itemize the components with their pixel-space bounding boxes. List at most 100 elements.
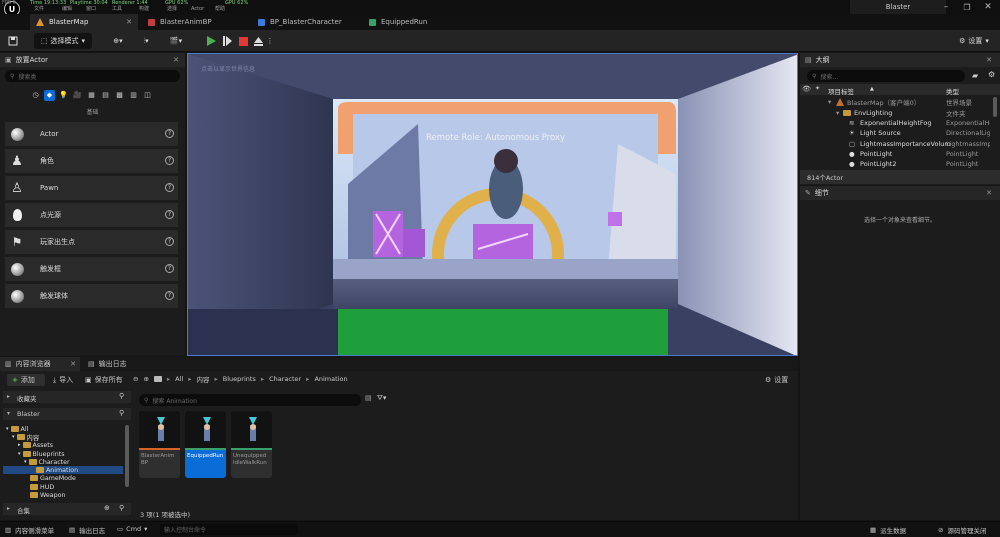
outliner-scrollbar[interactable] xyxy=(993,97,997,117)
close-icon[interactable]: ✕ xyxy=(70,360,76,368)
menu-file[interactable]: 文件 xyxy=(34,6,44,13)
actor-item-actor[interactable]: Actor ? xyxy=(5,122,178,146)
search-icon[interactable]: ⚲ xyxy=(119,504,124,512)
actor-search-input[interactable]: ⚲ 搜索类 xyxy=(5,70,180,82)
tab-output-log[interactable]: ▤ 输出日志 xyxy=(88,357,127,371)
lights-icon[interactable]: 💡 xyxy=(58,90,69,101)
collections-header[interactable]: ▸ 合集 ⊕ ⚲ xyxy=(3,503,131,515)
outliner-search-input[interactable]: ⚲ 搜索... xyxy=(807,70,965,82)
tab-blastermap[interactable]: BlasterMap ✕ xyxy=(30,14,138,30)
maximize-icon[interactable]: ❐ xyxy=(957,0,977,14)
outliner-row-heightfog[interactable]: ≋ ExponentialHeightFog ExponentialHe xyxy=(800,118,992,128)
pin-icon[interactable]: ✦ xyxy=(815,85,820,92)
step-play-icon[interactable] xyxy=(220,33,234,49)
eject-icon[interactable] xyxy=(251,33,265,49)
visibility-icon[interactable]: 👁 xyxy=(802,85,811,93)
more-options-icon[interactable]: ⋮ xyxy=(266,33,274,49)
volumes-icon[interactable]: ▩ xyxy=(114,90,125,101)
breadcrumb-item[interactable]: Character xyxy=(269,375,301,383)
more-classes-icon[interactable]: ◫ xyxy=(142,90,153,101)
actor-item-player-start[interactable]: ⚑ 玩家出生点 ? xyxy=(5,230,178,254)
help-icon[interactable]: ? xyxy=(165,129,174,138)
tree-item-blueprints[interactable]: ▾ Blueprints xyxy=(18,450,65,458)
output-log-button[interactable]: ▤ 输出日志 xyxy=(69,525,105,535)
column-item-label[interactable]: 项目标签 xyxy=(828,86,854,96)
help-icon[interactable]: ? xyxy=(165,237,174,246)
cinematic-icon[interactable]: 🎥 xyxy=(72,90,83,101)
stop-icon[interactable] xyxy=(236,33,250,49)
help-icon[interactable]: ? xyxy=(165,291,174,300)
history-forward-icon[interactable]: ⊕ xyxy=(143,375,148,383)
outliner-row-lightmass[interactable]: ▢ LightmassImportanceVolum LightmassImp xyxy=(800,139,992,149)
import-button[interactable]: ⤓ 导入 xyxy=(53,375,73,385)
tree-item-assets[interactable]: ▸ Assets xyxy=(18,441,53,449)
add-collection-icon[interactable]: ⊕ xyxy=(104,504,110,512)
cinematics-icon[interactable]: 🎬▾ xyxy=(166,33,186,49)
tree-item-animation[interactable]: Animation xyxy=(36,466,78,474)
content-settings-button[interactable]: ⚙ 设置 xyxy=(765,375,788,385)
actor-item-trigger-sphere[interactable]: 触发球体 ? xyxy=(5,284,178,308)
menu-tools[interactable]: 工具 xyxy=(112,6,122,13)
project-header[interactable]: ▾ Blaster ⚲ xyxy=(3,408,131,420)
add-button[interactable]: + 添加 xyxy=(7,374,45,386)
cmd-dropdown[interactable]: ▭ Cmd ▾ xyxy=(117,525,147,533)
settings-button[interactable]: ⚙ 设置 ▾ xyxy=(955,33,993,49)
settings-icon[interactable]: ⚙ xyxy=(988,70,995,79)
breadcrumb-item[interactable]: Animation xyxy=(314,375,347,383)
actor-item-trigger-box[interactable]: 触发框 ? xyxy=(5,257,178,281)
breadcrumb-item[interactable]: All xyxy=(175,375,183,383)
actor-item-character[interactable]: ♟ 角色 ? xyxy=(5,149,178,173)
basic-shapes-icon[interactable]: ◆ xyxy=(44,89,55,101)
tab-content-browser[interactable]: ▥ 内容浏览器 ✕ xyxy=(0,357,80,371)
outliner-row-pointlight2[interactable]: ● PointLight2 PointLight xyxy=(800,159,992,169)
close-tab-icon[interactable]: ✕ xyxy=(126,18,132,26)
tab-blasteranimbp[interactable]: BlasterAnimBP xyxy=(142,14,247,30)
outliner-row-envlighting[interactable]: ▾ EnvLighting 文件夹 xyxy=(800,108,992,118)
menu-select[interactable]: 选择 xyxy=(167,6,177,13)
asset-unequipped-idlewalkrun[interactable]: Unequipped IdleWalkRun xyxy=(231,411,272,478)
close-icon[interactable]: ✕ xyxy=(986,189,992,197)
tree-item-gamemode[interactable]: GameMode xyxy=(30,474,76,482)
close-icon[interactable]: ✕ xyxy=(978,0,998,14)
minimize-icon[interactable]: – xyxy=(936,0,956,14)
asset-equippedrun[interactable]: EquippedRun xyxy=(185,411,226,478)
outliner-row-lightsource[interactable]: ☀ Light Source DirectionalLig xyxy=(800,128,992,138)
content-drawer-button[interactable]: ▥ 内容侧滑菜单 xyxy=(5,525,54,535)
visual-effects-icon[interactable]: ▦ xyxy=(86,90,97,101)
tree-scrollbar[interactable] xyxy=(125,425,129,487)
menu-actor[interactable]: Actor xyxy=(191,6,204,13)
search-icon[interactable]: ⚲ xyxy=(119,392,124,400)
save-icon[interactable] xyxy=(6,33,20,49)
asset-search-input[interactable]: ⚲ 搜索 Animation xyxy=(139,394,361,406)
help-icon[interactable]: ? xyxy=(165,183,174,192)
select-mode-dropdown[interactable]: ⬚ 选择模式 ▾ xyxy=(34,33,92,49)
actor-item-pawn[interactable]: ♙ Pawn ? xyxy=(5,176,178,200)
favorites-header[interactable]: ▸ 收藏夹 ⚲ xyxy=(3,391,131,403)
source-control-button[interactable]: ⊘ 源码管理关闭 xyxy=(938,525,986,535)
actor-item-point-light[interactable]: 点光源 ? xyxy=(5,203,178,227)
column-type[interactable]: 类型 xyxy=(946,86,959,96)
recent-icon[interactable]: ◷ xyxy=(30,90,41,101)
menu-help[interactable]: 帮助 xyxy=(215,6,225,13)
save-search-icon[interactable]: ▤ xyxy=(365,394,372,402)
asset-blasteranimbp[interactable]: BlasterAnim BP xyxy=(139,411,180,478)
filter-icon[interactable]: ⛛▾ xyxy=(377,394,386,403)
menu-edit[interactable]: 编辑 xyxy=(62,6,72,13)
tree-item-weapon[interactable]: Weapon xyxy=(30,491,65,499)
help-icon[interactable]: ? xyxy=(165,156,174,165)
breadcrumb-item[interactable]: Blueprints xyxy=(223,375,256,383)
tree-item-content[interactable]: ▾ 内容 xyxy=(12,433,39,442)
tree-item-all[interactable]: ▾ All xyxy=(6,425,28,433)
save-all-button[interactable]: ▣ 保存所有 xyxy=(85,375,123,385)
level-viewport[interactable]: 点击以显示世界信息 Remote Role: Autonomous Proxy xyxy=(187,53,798,356)
close-icon[interactable]: ✕ xyxy=(173,56,179,64)
add-content-icon[interactable]: ⊕▾ xyxy=(108,33,128,49)
tree-item-character[interactable]: ▾ Character xyxy=(24,458,70,466)
search-icon[interactable]: ⚲ xyxy=(119,409,124,417)
geometry-icon[interactable]: ▤ xyxy=(100,90,111,101)
help-icon[interactable]: ? xyxy=(165,264,174,273)
tab-equippedrun[interactable]: EquippedRun xyxy=(363,14,453,30)
tab-bp-blastercharacter[interactable]: BP_BlasterCharacter xyxy=(252,14,360,30)
help-icon[interactable]: ? xyxy=(165,210,174,219)
menu-build[interactable]: 构建 xyxy=(139,6,149,13)
